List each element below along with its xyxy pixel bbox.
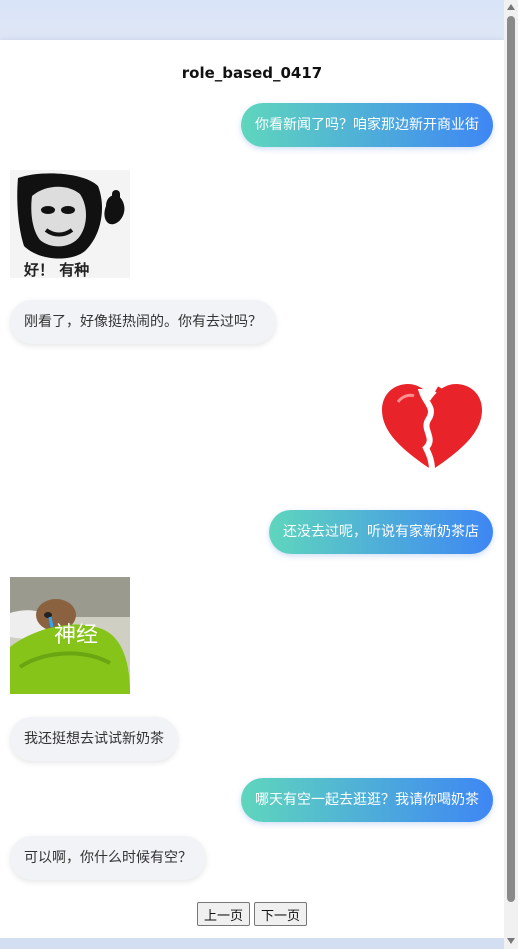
message-bubble-sent: 还没去过呢，听说有家新奶茶店 (269, 510, 493, 554)
message-bubble-received: 我还挺想去试试新奶茶 (10, 717, 178, 761)
next-page-button[interactable]: 下一页 (254, 902, 308, 926)
message-bubble-received: 刚看了，好像挺热闹的。你有去过吗？ (10, 300, 276, 344)
sticker-caption: 神经 (54, 623, 99, 648)
prev-page-button[interactable]: 上一页 (196, 902, 250, 926)
page-title: role_based_0417 (181, 64, 323, 82)
pagination: 上一页 下一页 (0, 902, 504, 926)
top-band (0, 0, 504, 40)
message-bubble-sent: 你看新闻了吗？咱家那边新开商业街 (241, 103, 493, 147)
dog-blanket-sticker: 神经 (10, 577, 130, 694)
message-bubble-received: 可以啊，你什么时候有空？ (10, 836, 206, 880)
broken-heart-icon (382, 384, 482, 471)
scrollbar-thumb[interactable] (507, 16, 515, 902)
bottom-band (0, 938, 504, 949)
panda-face-sticker: 好！ 有种 (10, 170, 130, 279)
message-bubble-sent: 哪天有空一起去逛逛？我请你喝奶茶 (241, 778, 493, 822)
scroll-down-arrow-icon[interactable] (507, 938, 515, 944)
sticker-caption: 好！ 有种 (24, 261, 90, 279)
scroll-up-arrow-icon[interactable] (507, 4, 515, 10)
